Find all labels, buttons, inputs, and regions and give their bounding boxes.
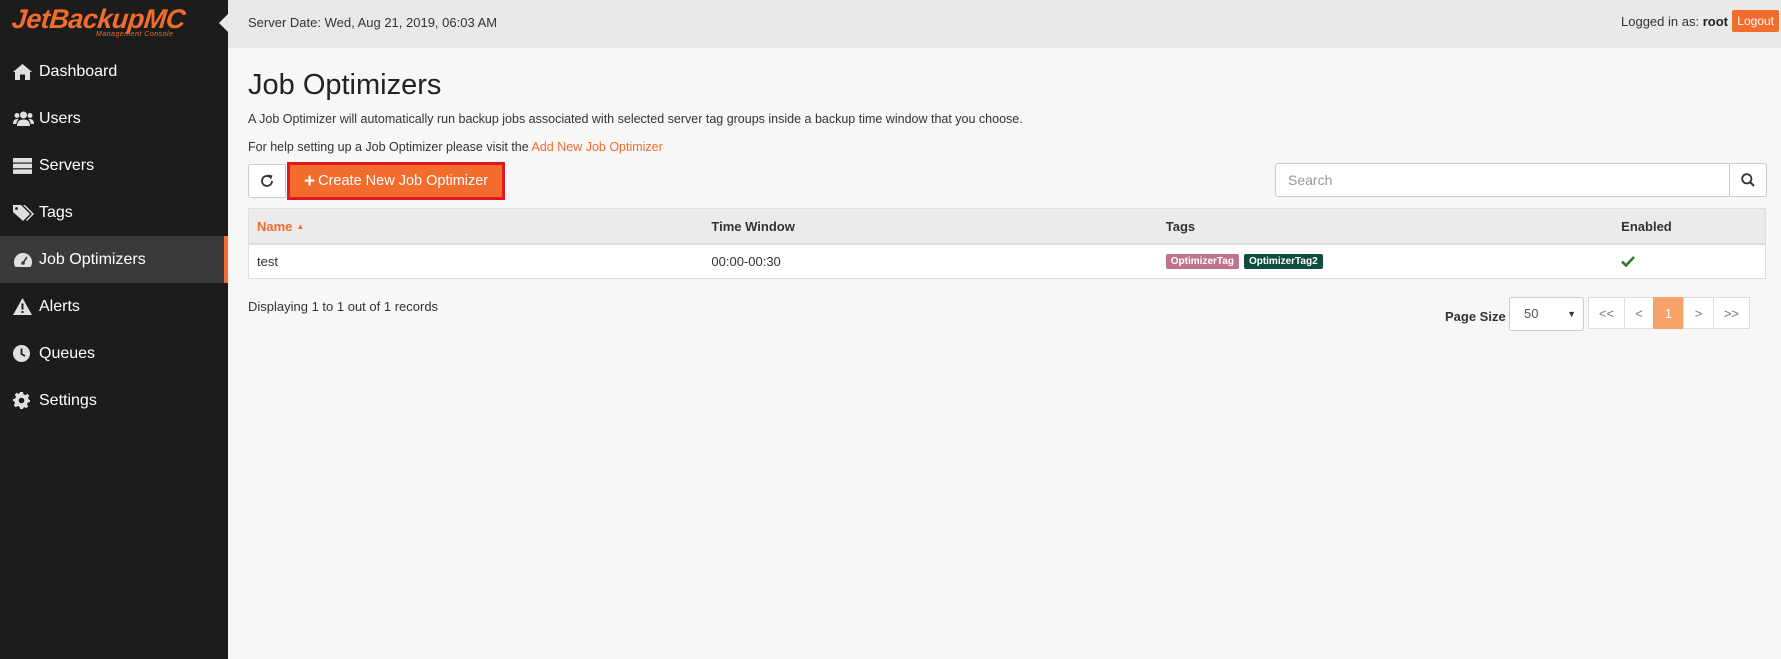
sidebar-item-job-optimizers[interactable]: Job Optimizers xyxy=(0,236,228,283)
search-button[interactable] xyxy=(1729,163,1767,197)
gear-icon xyxy=(13,392,35,410)
pager-page-1[interactable]: 1 xyxy=(1653,297,1684,329)
servers-icon xyxy=(13,157,35,175)
sidebar-item-label: Users xyxy=(39,109,81,127)
search-icon xyxy=(1741,173,1755,187)
create-new-job-optimizer-button[interactable]: + Create New Job Optimizer xyxy=(290,165,503,197)
sidebar-item-label: Queues xyxy=(39,344,96,362)
help-prefix: For help setting up a Job Optimizer plea… xyxy=(248,140,529,154)
pager-first[interactable]: << xyxy=(1588,297,1625,329)
sidebar-item-label: Dashboard xyxy=(39,62,118,80)
logged-in-label: Logged in as: xyxy=(1621,14,1700,29)
sidebar-item-queues[interactable]: Queues xyxy=(0,330,228,377)
sidebar-nav: Dashboard Users Servers Tags Job Optimiz… xyxy=(0,48,228,424)
job-optimizers-table: Name ▲ Time Window Tags Enabled test 00:… xyxy=(248,208,1766,279)
sidebar: JetBackupMC Management Console Dashboard… xyxy=(0,0,228,659)
records-count: Displaying 1 to 1 out of 1 records xyxy=(248,299,439,314)
plus-icon: + xyxy=(304,170,316,192)
cell-name: test xyxy=(257,254,278,269)
table-header: Name ▲ Time Window Tags Enabled xyxy=(249,209,1765,245)
logo-subtitle: Management Console xyxy=(96,31,174,38)
table-footer: Displaying 1 to 1 out of 1 records Page … xyxy=(248,297,1766,349)
dashboard-gauge-icon xyxy=(13,251,35,269)
column-header-tags[interactable]: Tags xyxy=(1158,209,1613,243)
sidebar-item-servers[interactable]: Servers xyxy=(0,142,228,189)
column-label: Name xyxy=(257,218,293,234)
sort-asc-icon: ▲ xyxy=(296,221,305,231)
page-size-value: 50 xyxy=(1524,306,1539,321)
checkmark-icon xyxy=(1621,256,1636,267)
sidebar-item-settings[interactable]: Settings xyxy=(0,377,228,424)
cell-time-window: 00:00-00:30 xyxy=(711,254,781,269)
pager-last[interactable]: >> xyxy=(1713,297,1750,329)
help-link[interactable]: Add New Job Optimizer xyxy=(532,140,663,154)
clock-icon xyxy=(13,345,35,363)
table-row[interactable]: test 00:00-00:30 OptimizerTag OptimizerT… xyxy=(249,245,1765,278)
main-content: Job Optimizers A Job Optimizer will auto… xyxy=(248,48,1767,349)
top-header: Server Date: Wed, Aug 21, 2019, 06:03 AM… xyxy=(228,0,1781,48)
create-button-highlight: + Create New Job Optimizer xyxy=(287,162,506,200)
logout-button[interactable]: Logout xyxy=(1732,10,1779,32)
help-text: For help setting up a Job Optimizer plea… xyxy=(248,140,1766,154)
chevron-down-icon: ▼ xyxy=(1567,309,1576,319)
pager-prev[interactable]: < xyxy=(1624,297,1654,329)
toolbar: + Create New Job Optimizer Search xyxy=(248,162,1767,200)
create-button-label: Create New Job Optimizer xyxy=(318,173,489,189)
sidebar-item-label: Settings xyxy=(39,391,97,409)
logo-text: JetBackupMC xyxy=(10,4,187,34)
tag-badge: OptimizerTag2 xyxy=(1243,254,1323,269)
pagination: << < 1 > >> xyxy=(1588,297,1750,329)
sidebar-item-label: Alerts xyxy=(39,297,80,315)
sidebar-item-users[interactable]: Users xyxy=(0,95,228,142)
sidebar-item-tags[interactable]: Tags xyxy=(0,189,228,236)
tag-badge: OptimizerTag xyxy=(1165,254,1239,269)
sidebar-item-label: Tags xyxy=(39,203,73,221)
column-header-name[interactable]: Name ▲ xyxy=(249,209,703,243)
cell-tags: OptimizerTag OptimizerTag2 xyxy=(1158,245,1613,278)
page-title: Job Optimizers xyxy=(248,69,442,101)
column-header-enabled[interactable]: Enabled xyxy=(1613,209,1765,243)
sidebar-item-dashboard[interactable]: Dashboard xyxy=(0,48,228,95)
sidebar-item-label: Servers xyxy=(39,156,95,174)
sidebar-pointer-icon xyxy=(219,14,228,32)
page-size-select[interactable]: 50 ▼ xyxy=(1509,297,1584,331)
refresh-icon xyxy=(261,174,273,187)
search-input[interactable]: Search xyxy=(1275,163,1730,197)
page-size-label: Page Size xyxy=(1445,309,1506,324)
username: root xyxy=(1702,14,1728,29)
warning-icon xyxy=(13,298,35,316)
tags-icon xyxy=(13,204,35,222)
users-icon xyxy=(13,110,35,128)
server-date: Server Date: Wed, Aug 21, 2019, 06:03 AM xyxy=(248,15,498,30)
page-description: A Job Optimizer will automatically run b… xyxy=(248,112,1023,126)
home-icon xyxy=(13,63,35,81)
cell-enabled xyxy=(1613,245,1765,278)
column-header-time-window[interactable]: Time Window xyxy=(703,209,1157,243)
logo[interactable]: JetBackupMC Management Console xyxy=(0,0,228,48)
sidebar-item-alerts[interactable]: Alerts xyxy=(0,283,228,330)
login-info: Logged in as: root | xyxy=(1621,14,1735,29)
sidebar-item-label: Job Optimizers xyxy=(39,250,146,268)
refresh-button[interactable] xyxy=(248,164,286,198)
pager-next[interactable]: > xyxy=(1683,297,1714,329)
